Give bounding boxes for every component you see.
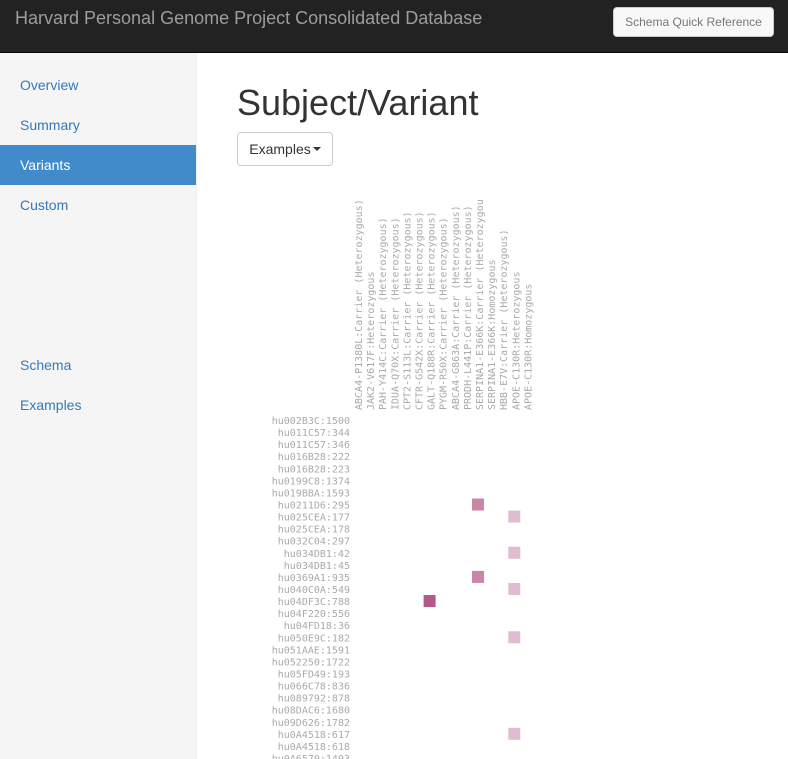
column-label: CPT2-S113L:Carrier (Heterozygous) bbox=[402, 211, 413, 410]
column-label: SERPINA1-E366K:Homozygous bbox=[487, 259, 498, 410]
row-label: hu05FD49:193 bbox=[278, 669, 350, 680]
row-label: hu066C78:836 bbox=[278, 682, 350, 693]
row-label: hu019BBA:1593 bbox=[272, 488, 350, 499]
matrix-cell[interactable] bbox=[423, 595, 436, 608]
row-label: hu016B28:222 bbox=[278, 452, 350, 463]
matrix-cell[interactable] bbox=[508, 582, 521, 595]
column-label: ABCA4-G863A:Carrier (Heterozygous) bbox=[451, 205, 462, 410]
row-label: hu04DF3C:788 bbox=[278, 597, 350, 608]
row-label: hu04F220:556 bbox=[278, 609, 350, 620]
row-label: hu040C0A:549 bbox=[278, 585, 350, 596]
row-label: hu034DB1:42 bbox=[284, 549, 350, 560]
row-label: hu0369A1:935 bbox=[278, 573, 350, 584]
matrix-cell[interactable] bbox=[472, 498, 484, 511]
row-label: hu016B28:223 bbox=[278, 464, 350, 475]
column-label: APOE-C130R:Homozygous bbox=[523, 284, 534, 410]
matrix-cell[interactable] bbox=[508, 631, 521, 644]
row-label: hu0211D6:295 bbox=[278, 500, 350, 511]
subject-variant-matrix: ABCA4-P1380L:Carrier (Heterozygous) JAK2-… bbox=[272, 199, 535, 759]
row-label: hu0A4518:617 bbox=[278, 730, 350, 741]
row-label: hu011C57:344 bbox=[278, 428, 350, 439]
row-label: hu052250:1722 bbox=[272, 657, 350, 668]
column-label: JAK2-V617F:Heterozygous bbox=[366, 272, 377, 410]
matrix-cell[interactable] bbox=[508, 727, 521, 740]
matrix-cell[interactable] bbox=[472, 570, 484, 583]
row-label: hu034DB1:45 bbox=[284, 561, 350, 572]
row-label: hu08DAC6:1680 bbox=[272, 706, 350, 717]
row-label: hu09D626:1782 bbox=[272, 718, 350, 729]
row-label: hu0A6570:1493 bbox=[272, 754, 350, 759]
row-label: hu002B3C:1500 bbox=[272, 416, 350, 427]
column-label: ABCA4-P1380L:Carrier (Heterozygous) bbox=[354, 199, 365, 410]
row-label: hu025CEA:177 bbox=[278, 513, 350, 524]
column-label: APOE-C130R:Heterozygous bbox=[511, 272, 522, 410]
row-label: hu032C04:297 bbox=[278, 537, 350, 548]
row-label: hu089792:878 bbox=[278, 694, 350, 705]
column-label: PYGM-R50X:Carrier (Heterozygous) bbox=[439, 217, 450, 410]
matrix-cell[interactable] bbox=[508, 546, 521, 559]
column-label: HBB-E7V:Carrier (Heterozygous) bbox=[499, 229, 510, 410]
row-label: hu051AAE:1591 bbox=[272, 645, 350, 656]
column-label: SERPINA1-E366K:Carrier (Heterozygou bbox=[475, 199, 486, 410]
row-label: hu025CEA:178 bbox=[278, 525, 350, 536]
row-label: hu04FD18:36 bbox=[284, 621, 350, 632]
column-label: PAH-Y414C:Carrier (Heterozygous) bbox=[378, 217, 389, 410]
row-label: hu0A4518:618 bbox=[278, 742, 350, 753]
column-label: PRODH-L441P:Carrier (Heterozygous) bbox=[463, 205, 474, 410]
row-label: hu0199C8:1374 bbox=[272, 476, 350, 487]
column-label: CFTR-G542X:Carrier (Heterozygous) bbox=[415, 211, 426, 410]
matrix-cell[interactable] bbox=[508, 510, 521, 523]
row-label: hu050E9C:182 bbox=[278, 633, 350, 644]
column-label: GALT-Q188R:Carrier (Heterozygous) bbox=[427, 211, 438, 410]
column-label: IDUA-Q70X:Carrier (Heterozygous) bbox=[390, 217, 401, 410]
row-label: hu011C57:346 bbox=[278, 440, 350, 451]
